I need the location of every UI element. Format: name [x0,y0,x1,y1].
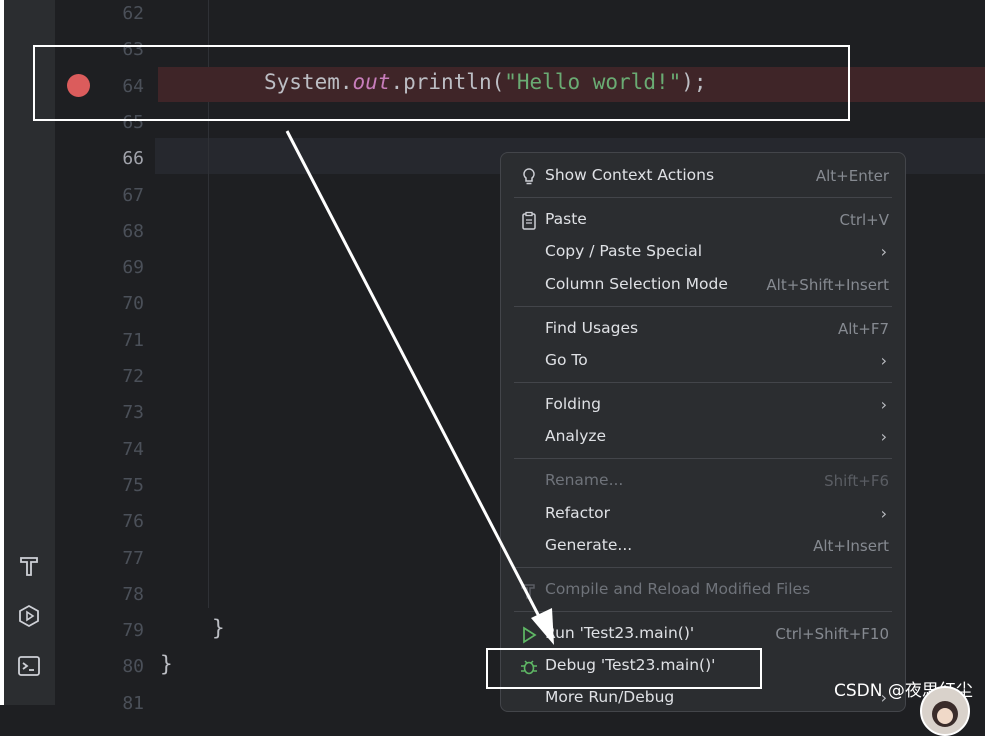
terminal-icon[interactable] [17,654,41,678]
menu-item-find-usages[interactable]: Find Usages Alt+F7 [501,314,905,346]
code-field: out [352,70,391,94]
menu-item-label: Find Usages [545,319,639,337]
menu-item-shortcut: Alt+F7 [837,320,889,338]
chevron-right-icon: › [880,395,887,414]
menu-item-label: Run 'Test23.main()' [545,624,695,642]
line-number[interactable]: 65 [55,109,144,145]
breakpoint-icon[interactable] [67,74,90,97]
menu-item-label: Generate... [545,536,633,554]
menu-item-refactor[interactable]: Refactor › [501,499,905,531]
bug-icon [519,657,539,677]
chevron-right-icon: › [880,242,887,261]
clipboard-icon [519,211,539,231]
line-number[interactable]: 71 [55,327,144,363]
menu-item-go-to[interactable]: Go To › [501,346,905,378]
menu-item-shortcut: Shift+F6 [824,472,889,490]
menu-item-copy-paste-special[interactable]: Copy / Paste Special › [501,237,905,269]
chevron-right-icon: › [880,504,887,523]
menu-item-shortcut: Alt+Enter [815,167,889,185]
menu-item-label: Folding [545,395,601,413]
menu-separator [514,306,892,307]
menu-item-label: Column Selection Mode [545,275,728,293]
closing-brace-method: } [212,616,225,640]
menu-item-label: Copy / Paste Special [545,242,703,260]
menu-item-show-context-actions[interactable]: Show Context Actions Alt+Enter [501,161,905,193]
menu-item-label: Go To [545,351,588,369]
menu-item-shortcut: Alt+Insert [813,537,889,555]
line-number[interactable]: 63 [55,36,144,72]
menu-separator [514,382,892,383]
menu-item-label: More Run/Debug [545,688,675,706]
run-services-icon[interactable] [17,604,41,628]
line-number[interactable]: 68 [55,218,144,254]
line-number[interactable]: 77 [55,545,144,581]
menu-item-folding[interactable]: Folding › [501,390,905,422]
line-number[interactable]: 62 [55,0,144,36]
line-number[interactable]: 76 [55,508,144,544]
menu-item-rename: Rename... Shift+F6 [501,466,905,498]
build-icon[interactable] [17,554,41,578]
left-tool-window-bar: ··· [4,0,56,705]
code-class: System. [264,70,353,94]
code-method: .println( [390,70,505,94]
menu-separator [514,197,892,198]
hammer-icon [519,581,539,601]
code-string: "Hello world!" [504,70,682,94]
menu-item-label: Paste [545,210,587,228]
menu-item-paste[interactable]: Paste Ctrl+V [501,205,905,237]
more-icon[interactable]: ··· [24,0,37,6]
context-menu: Show Context Actions Alt+Enter Paste Ctrl+V… [500,152,906,712]
menu-separator [514,567,892,568]
line-number[interactable]: 78 [55,581,144,617]
menu-item-label: Analyze [545,427,607,445]
code-suffix: ); [681,70,707,94]
menu-item-label: Refactor [545,504,611,522]
line-number[interactable]: 81 [55,690,144,726]
line-number[interactable]: 79 [55,617,144,653]
line-number[interactable]: 73 [55,399,144,435]
menu-item-label: Compile and Reload Modified Files [545,580,811,598]
avatar [920,686,970,736]
menu-item-label: Show Context Actions [545,166,715,184]
menu-item-run-test23-main[interactable]: Run 'Test23.main()' Ctrl+Shift+F10 [501,619,905,651]
chevron-right-icon: › [880,427,887,446]
line-number[interactable]: 70 [55,290,144,326]
menu-item-compile-and-reload-modified-files: Compile and Reload Modified Files [501,575,905,607]
menu-item-shortcut: Alt+Shift+Insert [766,276,889,294]
menu-item-analyze[interactable]: Analyze › [501,422,905,454]
line-number[interactable]: 66 [55,145,144,181]
menu-item-shortcut: Ctrl+Shift+F10 [775,625,889,643]
menu-item-label: Debug 'Test23.main()' [545,656,716,674]
menu-separator [514,458,892,459]
line-number[interactable]: 80 [55,653,144,689]
play-icon [519,625,539,645]
menu-item-generate[interactable]: Generate... Alt+Insert [501,531,905,563]
lightbulb-icon [519,167,539,187]
line-number[interactable]: 69 [55,254,144,290]
menu-separator [514,611,892,612]
line-number[interactable]: 75 [55,472,144,508]
line-number[interactable]: 67 [55,182,144,218]
line-number-gutter[interactable]: 62 63 64 65 66 67 68 69 70 71 72 73 74 75 76 77 78 79 80 81 [55,0,155,714]
chevron-right-icon: › [880,351,887,370]
menu-item-column-selection-mode[interactable]: Column Selection Mode Alt+Shift+Insert [501,270,905,302]
code-line-println[interactable]: System.out.println("Hello world!"); [264,70,707,94]
menu-item-label: Rename... [545,471,624,489]
line-number[interactable]: 72 [55,363,144,399]
line-number[interactable]: 74 [55,436,144,472]
menu-item-shortcut: Ctrl+V [839,211,889,229]
closing-brace-class: } [160,652,173,676]
